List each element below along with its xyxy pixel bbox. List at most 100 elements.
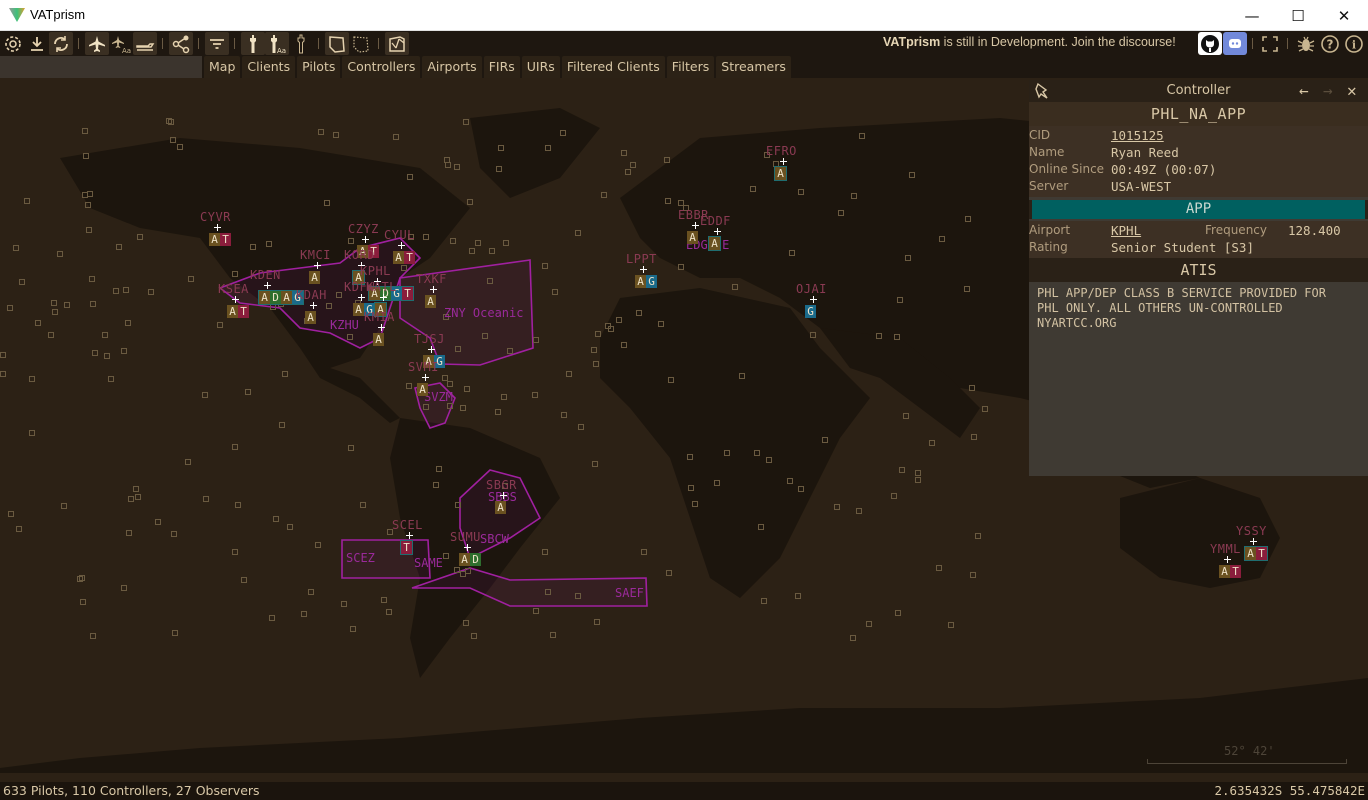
airport-marker[interactable] (658, 321, 664, 327)
maximize-button[interactable]: ☐ (1275, 0, 1321, 31)
facility-badge-a[interactable]: A (687, 231, 698, 244)
airport-marker[interactable] (495, 409, 501, 415)
fir-label[interactable]: SBCW (480, 532, 509, 546)
facility-badge-t[interactable]: T (404, 251, 415, 264)
station-label[interactable]: TXKF (416, 272, 447, 286)
tab-clients[interactable]: Clients (242, 56, 296, 78)
airport-marker[interactable] (51, 300, 57, 306)
airport-marker[interactable] (13, 245, 19, 251)
facility-badge-a[interactable]: A (309, 271, 320, 284)
airport-marker[interactable] (532, 392, 538, 398)
airport-marker[interactable] (789, 250, 795, 256)
airport-marker[interactable] (407, 174, 413, 180)
airport-marker[interactable] (915, 470, 921, 476)
station-label[interactable]: CYVR (200, 210, 231, 224)
airport-marker[interactable] (964, 286, 970, 292)
airport-marker[interactable] (687, 454, 693, 460)
toggle-uirs-button[interactable] (349, 32, 373, 55)
airport-marker[interactable] (982, 406, 988, 412)
airport-marker[interactable] (605, 323, 611, 329)
airport-marker[interactable] (301, 611, 307, 617)
airport-marker[interactable] (754, 450, 760, 456)
controller-badges[interactable]: A (304, 310, 317, 325)
airport-marker[interactable] (381, 597, 387, 603)
airport-marker[interactable] (401, 265, 407, 271)
facility-badge-a[interactable]: A (775, 167, 786, 180)
facility-badge-d[interactable]: D (270, 291, 281, 304)
airport-marker[interactable] (455, 346, 461, 352)
station-label[interactable]: KORD (344, 248, 375, 262)
airport-marker[interactable] (232, 444, 238, 450)
tab-controllers[interactable]: Controllers (342, 56, 421, 78)
airport-marker[interactable] (688, 485, 694, 491)
tab-filters[interactable]: Filters (666, 56, 715, 78)
controller-badges[interactable]: G (804, 304, 817, 319)
facility-badge-a[interactable]: A (425, 295, 436, 308)
airport-marker[interactable] (766, 457, 772, 463)
airport-marker[interactable] (795, 593, 801, 599)
airport-marker[interactable] (630, 162, 636, 168)
airport-marker[interactable] (601, 192, 607, 198)
airport-marker[interactable] (279, 422, 285, 428)
controller-badges[interactable]: A (708, 236, 721, 251)
airport-marker[interactable] (24, 198, 30, 204)
airport-marker[interactable] (732, 284, 738, 290)
airport-marker[interactable] (850, 635, 856, 641)
airport-marker[interactable] (137, 234, 143, 240)
facility-badge-a[interactable]: A (373, 333, 384, 346)
settings-button[interactable] (1, 32, 25, 55)
airport-marker[interactable] (443, 553, 449, 559)
airport-marker[interactable] (501, 394, 507, 400)
airport-marker[interactable] (347, 334, 353, 340)
airport-marker[interactable] (35, 320, 41, 326)
station-label[interactable]: EDDF (700, 214, 731, 228)
airport-marker[interactable] (975, 533, 981, 539)
station-label[interactable]: KMIA (364, 310, 395, 324)
airport-marker[interactable] (82, 128, 88, 134)
tab-pilots[interactable]: Pilots (297, 56, 341, 78)
station-label[interactable]: KMCI (300, 248, 331, 262)
airport-marker[interactable] (460, 405, 466, 411)
station-label[interactable]: KDAH (296, 288, 327, 302)
airport-marker[interactable] (308, 589, 314, 595)
download-button[interactable] (25, 32, 49, 55)
station-label[interactable]: SVMI (408, 360, 439, 374)
airport-marker[interactable] (188, 276, 194, 282)
airport-marker[interactable] (282, 371, 288, 377)
facility-badge-a[interactable]: A (281, 291, 292, 304)
airport-marker[interactable] (970, 572, 976, 578)
airport-marker[interactable] (621, 342, 627, 348)
airport-marker[interactable] (269, 615, 275, 621)
facility-badge-a[interactable]: A (259, 291, 270, 304)
close-window-button[interactable]: ✕ (1321, 0, 1367, 31)
toggle-atis-button[interactable] (289, 32, 313, 55)
airport-marker[interactable] (936, 565, 942, 571)
airport-marker[interactable] (948, 622, 954, 628)
airport-marker[interactable] (465, 568, 471, 574)
facility-badge-a[interactable]: A (417, 383, 428, 396)
airport-marker[interactable] (29, 376, 35, 382)
airport-marker[interactable] (909, 172, 915, 178)
controller-badges[interactable]: A (372, 332, 385, 347)
airport-marker[interactable] (235, 502, 241, 508)
station-label[interactable]: CYUL (384, 228, 415, 242)
airport-marker[interactable] (905, 255, 911, 261)
airport-marker[interactable] (482, 333, 488, 339)
close-panel-icon[interactable]: ✕ (1347, 81, 1357, 100)
facility-badge-a[interactable]: A (1245, 547, 1256, 560)
airport-marker[interactable] (856, 508, 862, 514)
airport-marker[interactable] (455, 502, 461, 508)
airport-marker[interactable] (447, 381, 453, 387)
airport-marker[interactable] (104, 353, 110, 359)
share-button[interactable] (169, 32, 193, 55)
station-label[interactable]: KATL (366, 280, 397, 294)
station-label[interactable]: CZYZ (348, 222, 379, 236)
airport-marker[interactable] (969, 385, 975, 391)
airport-marker[interactable] (92, 350, 98, 356)
airport-marker[interactable] (591, 347, 597, 353)
facility-badge-a[interactable]: A (305, 311, 316, 324)
station-label[interactable]: YSSY (1236, 524, 1267, 538)
airport-marker[interactable] (287, 524, 293, 530)
facility-badge-t[interactable]: T (401, 541, 412, 554)
fir-label[interactable]: ZNY Oceanic (444, 306, 523, 320)
